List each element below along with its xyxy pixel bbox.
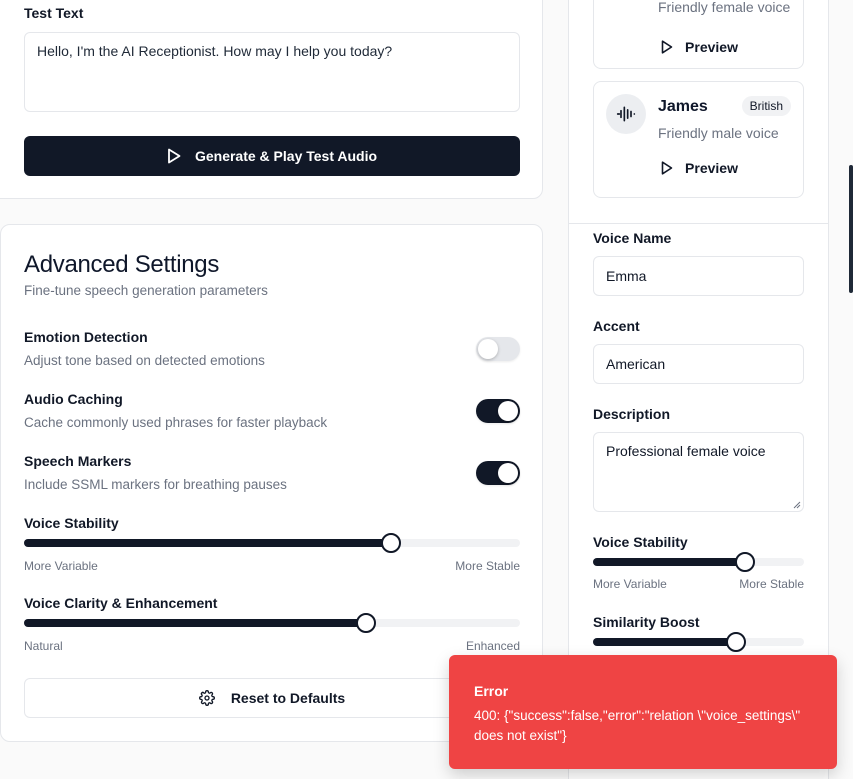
error-title: Error — [474, 683, 509, 699]
slider-max-label: More Stable — [739, 577, 804, 591]
voice-description: Friendly female voice — [658, 0, 791, 15]
advanced-settings-title: Advanced Settings — [24, 251, 220, 278]
slider-min-label: More Variable — [24, 559, 98, 573]
voice-name-label: Voice Name — [593, 230, 672, 246]
slider-min-label: Natural — [24, 639, 63, 653]
panel-divider — [569, 223, 828, 224]
preview-label: Preview — [685, 160, 738, 176]
similarity-boost-slider[interactable] — [593, 632, 804, 652]
slider-thumb[interactable] — [726, 632, 747, 652]
setting-description: Cache commonly used phrases for faster p… — [24, 415, 328, 430]
slider-thumb[interactable] — [356, 613, 377, 633]
emotion-detection-toggle[interactable] — [476, 337, 520, 361]
slider-thumb[interactable] — [381, 533, 402, 553]
waveform-icon — [616, 106, 636, 122]
slider-label: Voice Stability — [24, 515, 119, 531]
gear-icon — [198, 690, 215, 706]
slider-thumb[interactable] — [734, 552, 755, 572]
error-toast: Error 400: {"success":false,"error":"rel… — [449, 655, 837, 769]
error-message: 400: {"success":false,"error":"relation … — [474, 708, 801, 743]
preview-button[interactable]: Preview — [594, 156, 805, 180]
voice-clarity-slider[interactable] — [24, 613, 520, 633]
resize-handle-icon[interactable] — [793, 501, 801, 509]
setting-audio-caching: Audio Caching Cache commonly used phrase… — [24, 391, 520, 435]
slider-fill — [24, 539, 392, 547]
voice-card-james[interactable]: James British Friendly male voice Previe… — [593, 81, 804, 198]
toggle-knob — [498, 401, 518, 421]
slider-label: Similarity Boost — [593, 614, 700, 630]
play-icon — [168, 148, 181, 164]
speech-markers-toggle[interactable] — [476, 461, 520, 485]
preview-label: Preview — [685, 39, 738, 55]
test-audio-card: Test Text Hello, I'm the AI Receptionist… — [0, 0, 543, 199]
slider-fill — [593, 558, 745, 566]
reset-defaults-label: Reset to Defaults — [230, 690, 346, 706]
slider-min-label: More Variable — [593, 577, 667, 591]
setting-emotion-detection: Emotion Detection Adjust tone based on d… — [24, 329, 520, 373]
voice-description: Friendly male voice — [658, 125, 779, 141]
voice-card[interactable]: Friendly female voice Preview — [593, 0, 804, 69]
description-label: Description — [593, 406, 671, 422]
toggle-knob — [478, 339, 498, 359]
setting-speech-markers: Speech Markers Include SSML markers for … — [24, 453, 520, 497]
accent-label: Accent — [593, 318, 640, 334]
play-icon — [661, 40, 673, 54]
slider-max-label: More Stable — [455, 559, 520, 573]
slider-fill — [593, 638, 737, 646]
toggle-knob — [498, 463, 518, 483]
slider-max-label: Enhanced — [465, 639, 520, 653]
description-value: Professional female voice — [606, 443, 766, 459]
play-icon — [661, 161, 673, 175]
voice-name: James — [658, 98, 708, 115]
generate-play-label: Generate & Play Test Audio — [194, 148, 378, 164]
slider-fill — [24, 619, 367, 627]
advanced-settings-subtitle: Fine-tune speech generation parameters — [24, 283, 268, 298]
reset-defaults-button[interactable]: Reset to Defaults — [24, 678, 520, 718]
scrollbar-thumb[interactable] — [849, 165, 853, 293]
setting-label: Emotion Detection — [24, 329, 148, 345]
slider-label: Voice Stability — [593, 534, 688, 550]
preview-button[interactable]: Preview — [594, 35, 805, 59]
accent-badge: British — [741, 96, 791, 116]
voice-name-input[interactable]: Emma — [593, 256, 804, 296]
slider-label: Voice Clarity & Enhancement — [24, 595, 218, 611]
accent-input[interactable]: American — [593, 344, 804, 384]
form-stability-slider[interactable] — [593, 552, 804, 572]
test-text-input[interactable]: Hello, I'm the AI Receptionist. How may … — [24, 32, 520, 112]
setting-description: Include SSML markers for breathing pause… — [24, 477, 287, 492]
test-text-label: Test Text — [24, 5, 84, 21]
generate-play-button[interactable]: Generate & Play Test Audio — [24, 136, 520, 176]
audio-caching-toggle[interactable] — [476, 399, 520, 423]
setting-label: Audio Caching — [24, 391, 123, 407]
setting-description: Adjust tone based on detected emotions — [24, 353, 265, 368]
setting-label: Speech Markers — [24, 453, 132, 469]
description-input[interactable]: Professional female voice — [593, 432, 804, 512]
voice-avatar — [606, 94, 646, 134]
voice-stability-slider[interactable] — [24, 533, 520, 553]
